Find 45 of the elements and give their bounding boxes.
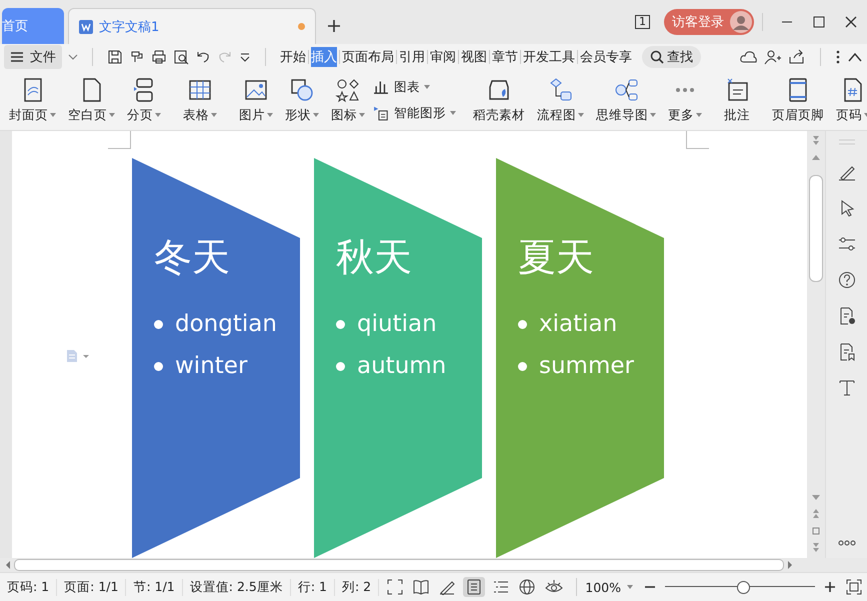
- menu-tab[interactable]: 章节: [492, 47, 518, 67]
- ribbon-button[interactable]: 空白页: [63, 76, 120, 124]
- status-field: 页码: 1: [0, 578, 58, 596]
- menu-tab[interactable]: 开发工具: [523, 47, 575, 67]
- window-count-badge[interactable]: 1: [635, 15, 650, 29]
- bullet-item: dongtian: [175, 311, 277, 337]
- file-menu-button[interactable]: 文件: [4, 45, 62, 69]
- menu-tab[interactable]: 会员专享: [580, 47, 632, 67]
- bullet-item: xiatian: [539, 311, 618, 337]
- shape-title: 夏天: [518, 234, 595, 281]
- ribbon-button[interactable]: 图表: [372, 78, 456, 96]
- ribbon-button[interactable]: 图标: [326, 76, 370, 124]
- ribbon-button[interactable]: 流程图: [532, 76, 589, 124]
- bullet-item: summer: [539, 353, 634, 379]
- document-tab[interactable]: 文字文稿1: [68, 8, 316, 44]
- ribbon-button[interactable]: 批注: [719, 76, 755, 124]
- menu-tab[interactable]: 引用: [399, 47, 425, 67]
- search-button[interactable]: 查找: [642, 46, 701, 68]
- shape-title: 冬天: [154, 234, 231, 281]
- ribbon-button[interactable]: 表格: [178, 76, 222, 124]
- menu-tab[interactable]: 视图: [461, 47, 487, 67]
- status-field: 列: 2: [334, 578, 380, 596]
- ribbon-button[interactable]: 封面页: [4, 76, 61, 124]
- menu-tab[interactable]: 开始: [280, 47, 306, 67]
- menu-tab[interactable]: 插入: [311, 47, 337, 67]
- bullet-item: autumn: [357, 353, 446, 379]
- ribbon-button[interactable]: 分页: [122, 76, 166, 124]
- status-field: 页面: 1/1: [57, 578, 126, 596]
- ribbon-button[interactable]: 图片: [234, 76, 278, 124]
- ribbon-button[interactable]: 稻壳素材: [468, 76, 530, 124]
- ribbon-button[interactable]: 思维导图: [591, 76, 661, 124]
- ribbon-button[interactable]: 页眉页脚: [767, 76, 829, 124]
- ribbon-button[interactable]: 更多: [663, 76, 707, 124]
- zoom-dropdown[interactable]: 100%: [585, 580, 633, 594]
- status-field: 节: 1/1: [126, 578, 183, 596]
- status-field: 设置值: 2.5厘米: [182, 578, 291, 596]
- shape-title: 秋天: [336, 234, 413, 281]
- menu-tab[interactable]: 页面布局: [342, 47, 394, 67]
- menu-tab[interactable]: 审阅: [430, 47, 456, 67]
- ribbon-button[interactable]: 形状: [280, 76, 324, 124]
- bullet-item: winter: [175, 353, 248, 379]
- bullet-item: qiutian: [357, 311, 437, 337]
- ribbon-button[interactable]: 智能图形: [372, 104, 456, 122]
- ribbon-button[interactable]: 页码: [831, 76, 867, 124]
- status-field: 行: 1: [290, 578, 335, 596]
